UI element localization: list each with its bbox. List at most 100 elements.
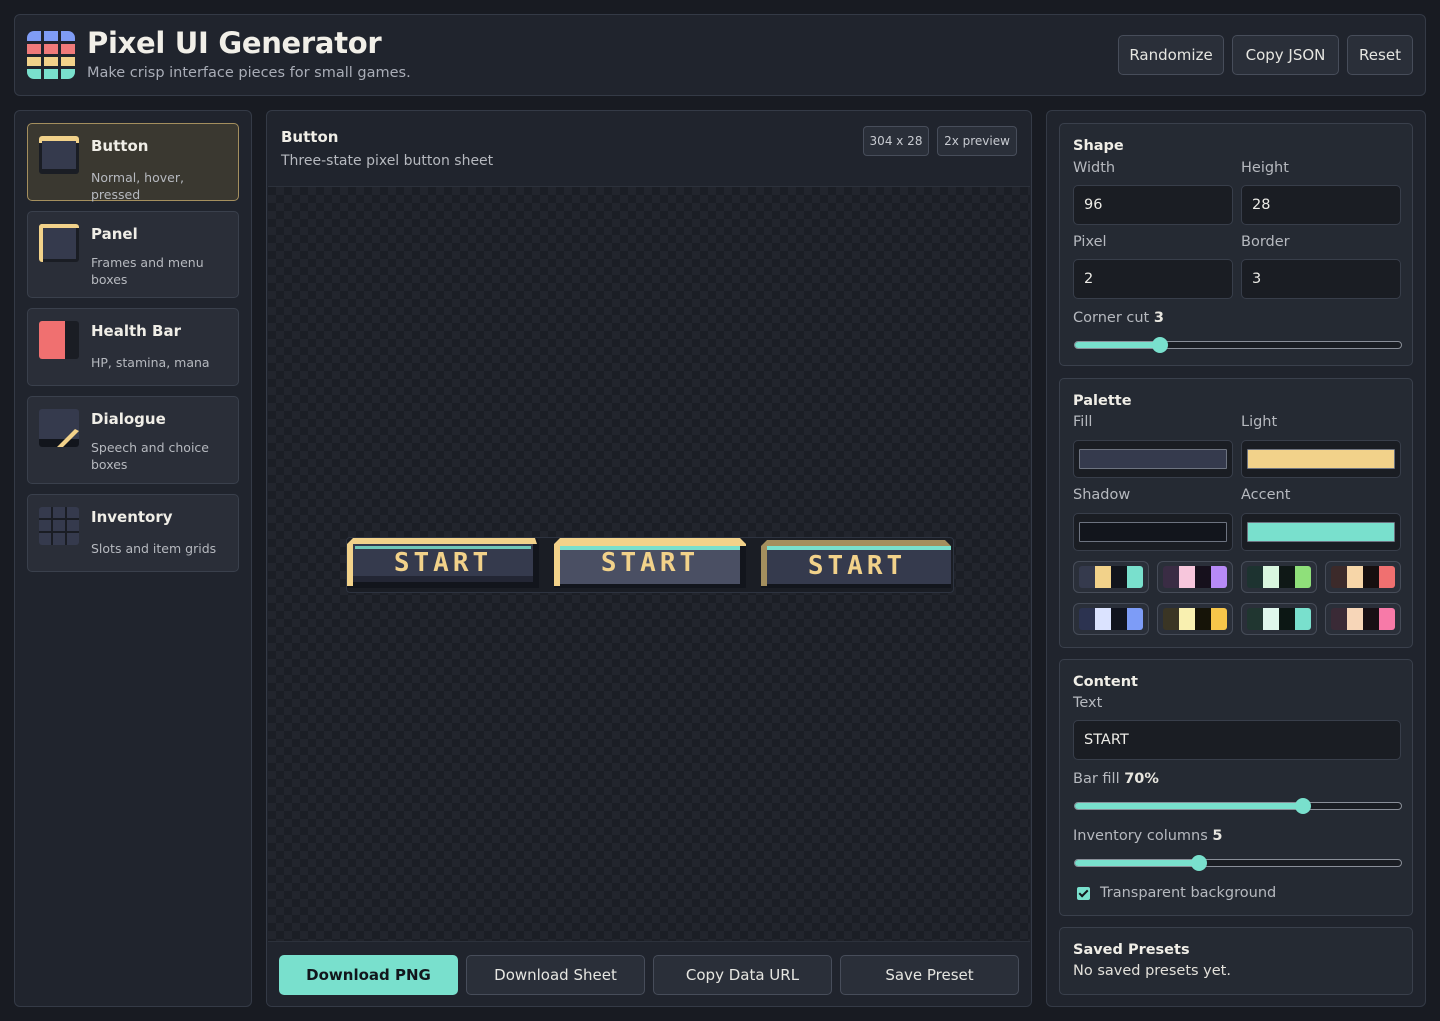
- preset-color-chip: [1379, 566, 1395, 588]
- preset-color-chip: [1095, 608, 1111, 630]
- preset-color-chip: [1247, 566, 1263, 588]
- button-sheet: START START START: [346, 537, 954, 593]
- shadow-color-swatch: [1079, 522, 1227, 542]
- preset-color-chip: [1179, 608, 1195, 630]
- content-title: Content: [1073, 674, 1138, 690]
- preset-color-chip: [1247, 608, 1263, 630]
- palette-preset-button[interactable]: [1325, 603, 1401, 635]
- shape-group: Shape Width Height 96 28 Pixel Border 2 …: [1059, 123, 1413, 366]
- preset-color-chip: [1263, 566, 1279, 588]
- inventory-grid-icon: [39, 507, 79, 545]
- preset-color-chip: [1331, 566, 1347, 588]
- reset-button[interactable]: Reset: [1347, 35, 1413, 75]
- accent-color-picker[interactable]: [1241, 513, 1401, 551]
- sidebar-item-desc: Normal, hover, pressed: [91, 170, 184, 202]
- fill-label: Fill: [1073, 414, 1093, 430]
- button-state-normal: START: [347, 538, 539, 590]
- save-preset-button[interactable]: Save Preset: [840, 955, 1019, 995]
- preset-color-chip: [1163, 608, 1179, 630]
- palette-preset-button[interactable]: [1241, 561, 1317, 593]
- height-field[interactable]: 28: [1241, 185, 1401, 225]
- text-input[interactable]: START: [1073, 720, 1401, 760]
- copy-data-url-button[interactable]: Copy Data URL: [653, 955, 832, 995]
- corner-cut-slider[interactable]: [1074, 337, 1402, 353]
- bar-fill-value: 70%: [1124, 771, 1159, 787]
- button-label: START: [600, 548, 700, 578]
- button-icon: [39, 136, 79, 174]
- border-field[interactable]: 3: [1241, 259, 1401, 299]
- inventory-columns-value: 5: [1212, 828, 1223, 844]
- preset-color-chip: [1295, 566, 1311, 588]
- sidebar-item-title: Button: [91, 137, 149, 155]
- preset-color-chip: [1295, 608, 1311, 630]
- preset-color-chip: [1347, 608, 1363, 630]
- bar-fill-knob[interactable]: [1295, 798, 1312, 814]
- preset-color-chip: [1263, 608, 1279, 630]
- sidebar-item-inventory[interactable]: Inventory Slots and item grids: [27, 494, 239, 572]
- transparent-background-checkbox[interactable]: [1077, 887, 1090, 900]
- component-sidebar: Button Normal, hover, pressed Panel Fram…: [14, 110, 252, 1007]
- inventory-columns-knob[interactable]: [1190, 855, 1207, 871]
- fill-color-picker[interactable]: [1073, 440, 1233, 478]
- preset-color-chip: [1279, 608, 1295, 630]
- preset-color-chip: [1127, 608, 1143, 630]
- corner-cut-knob[interactable]: [1151, 337, 1168, 353]
- sidebar-item-title: Inventory: [91, 508, 173, 526]
- preview-title: Button: [281, 128, 339, 146]
- preset-color-chip: [1211, 566, 1227, 588]
- sidebar-item-dialogue[interactable]: Dialogue Speech and choice boxes: [27, 396, 239, 484]
- preset-color-chip: [1079, 608, 1095, 630]
- palette-preset-button[interactable]: [1157, 603, 1233, 635]
- preset-color-chip: [1195, 566, 1211, 588]
- app-subtitle: Make crisp interface pieces for small ga…: [87, 65, 411, 81]
- sidebar-item-button[interactable]: Button Normal, hover, pressed: [27, 123, 239, 202]
- sidebar-item-panel[interactable]: Panel Frames and menu boxes: [27, 211, 239, 298]
- width-field[interactable]: 96: [1073, 185, 1233, 225]
- bar-fill-label: Bar fill 70%: [1073, 771, 1159, 787]
- accent-label: Accent: [1241, 487, 1291, 503]
- pixel-label: Pixel: [1073, 234, 1107, 250]
- preset-color-chip: [1347, 566, 1363, 588]
- saved-presets-title: Saved Presets: [1073, 942, 1190, 958]
- app-logo-icon: [27, 31, 75, 79]
- preset-color-chip: [1363, 608, 1379, 630]
- preset-color-chip: [1179, 566, 1195, 588]
- preset-color-chip: [1111, 566, 1127, 588]
- download-sheet-button[interactable]: Download Sheet: [466, 955, 645, 995]
- inventory-columns-fill: [1075, 860, 1199, 866]
- saved-presets-group: Saved Presets No saved presets yet.: [1059, 927, 1413, 995]
- preset-color-chip: [1279, 566, 1295, 588]
- size-tag: 304 x 28: [863, 126, 929, 156]
- preset-color-chip: [1379, 608, 1395, 630]
- light-color-swatch: [1247, 449, 1395, 469]
- transparent-background-label[interactable]: Transparent background: [1100, 885, 1276, 901]
- palette-preset-button[interactable]: [1241, 603, 1317, 635]
- sidebar-item-desc: Slots and item grids: [91, 541, 217, 556]
- preset-color-chip: [1079, 566, 1095, 588]
- preview-subtitle: Three-state pixel button sheet: [281, 153, 494, 169]
- border-label: Border: [1241, 234, 1290, 250]
- bar-fill-fill: [1075, 803, 1304, 809]
- sidebar-item-title: Panel: [91, 225, 138, 243]
- download-png-button[interactable]: Download PNG: [279, 955, 458, 995]
- inventory-columns-slider[interactable]: [1074, 855, 1402, 871]
- shadow-color-picker[interactable]: [1073, 513, 1233, 551]
- preset-color-chip: [1095, 566, 1111, 588]
- randomize-button[interactable]: Randomize: [1118, 35, 1224, 75]
- width-label: Width: [1073, 160, 1116, 176]
- sidebar-item-title: Health Bar: [91, 322, 182, 340]
- button-label: START: [393, 548, 493, 578]
- content-group: Content Text START Bar fill 70% Inventor…: [1059, 659, 1413, 916]
- palette-preset-button[interactable]: [1073, 603, 1149, 635]
- copy-json-button[interactable]: Copy JSON: [1232, 35, 1339, 75]
- palette-preset-button[interactable]: [1325, 561, 1401, 593]
- app-title: Pixel UI Generator: [87, 26, 382, 60]
- text-label: Text: [1073, 695, 1103, 711]
- sidebar-item-health-bar[interactable]: Health Bar HP, stamina, mana: [27, 308, 239, 386]
- pixel-field[interactable]: 2: [1073, 259, 1233, 299]
- light-color-picker[interactable]: [1241, 440, 1401, 478]
- palette-preset-button[interactable]: [1073, 561, 1149, 593]
- bar-fill-slider[interactable]: [1074, 798, 1402, 814]
- shape-title: Shape: [1073, 138, 1124, 154]
- palette-preset-button[interactable]: [1157, 561, 1233, 593]
